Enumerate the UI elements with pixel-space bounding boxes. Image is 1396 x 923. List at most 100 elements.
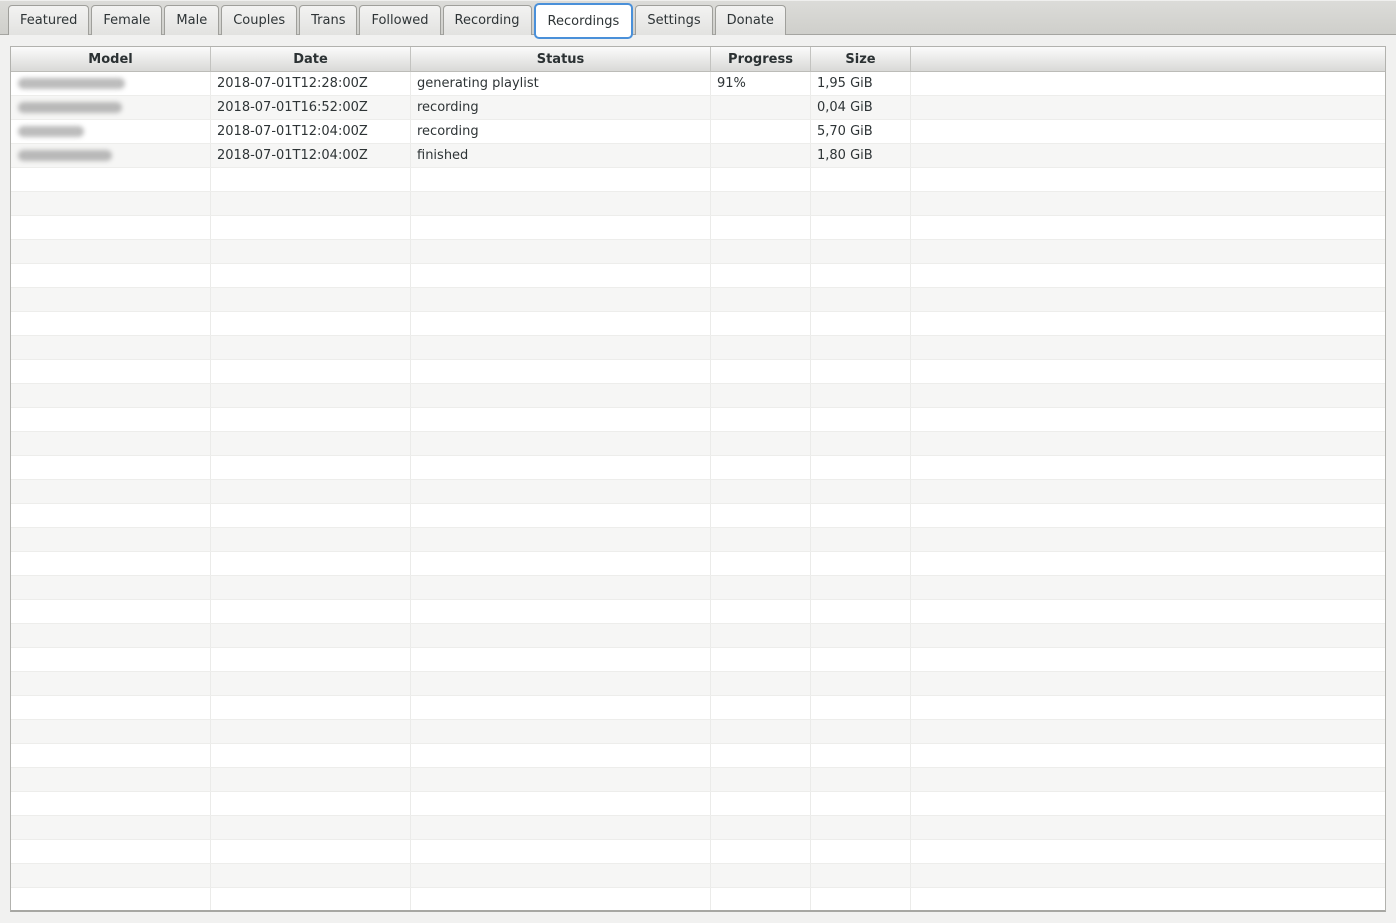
tab-couples[interactable]: Couples xyxy=(221,5,298,35)
model-cell xyxy=(11,432,211,455)
empty-row[interactable] xyxy=(11,600,1385,624)
empty-row[interactable] xyxy=(11,864,1385,888)
progress-cell xyxy=(711,288,811,311)
empty-row[interactable] xyxy=(11,840,1385,864)
progress-cell xyxy=(711,864,811,887)
status-cell xyxy=(411,480,711,503)
status-cell xyxy=(411,816,711,839)
progress-cell xyxy=(711,408,811,431)
date-cell xyxy=(211,216,411,239)
progress-cell xyxy=(711,744,811,767)
empty-row[interactable] xyxy=(11,432,1385,456)
empty-row[interactable] xyxy=(11,480,1385,504)
tab-donate[interactable]: Donate xyxy=(714,5,786,35)
status-cell xyxy=(411,168,711,191)
date-cell xyxy=(211,792,411,815)
empty-row[interactable] xyxy=(11,456,1385,480)
size-cell xyxy=(811,264,911,287)
recording-row[interactable]: 2018-07-01T12:04:00Z recording 5,70 GiB xyxy=(11,120,1385,144)
table-header: Model Date Status Progress Size xyxy=(11,47,1385,72)
empty-row[interactable] xyxy=(11,552,1385,576)
size-cell: 1,80 GiB xyxy=(811,144,911,167)
size-cell: 1,95 GiB xyxy=(811,72,911,95)
model-cell xyxy=(11,864,211,887)
empty-row[interactable] xyxy=(11,696,1385,720)
empty-row[interactable] xyxy=(11,720,1385,744)
empty-row[interactable] xyxy=(11,384,1385,408)
status-cell xyxy=(411,216,711,239)
extra-cell xyxy=(911,480,1385,503)
empty-row[interactable] xyxy=(11,792,1385,816)
size-cell xyxy=(811,720,911,743)
recording-row[interactable]: 2018-07-01T12:04:00Z finished 1,80 GiB xyxy=(11,144,1385,168)
empty-row[interactable] xyxy=(11,168,1385,192)
progress-cell xyxy=(711,216,811,239)
empty-row[interactable] xyxy=(11,816,1385,840)
empty-row[interactable] xyxy=(11,312,1385,336)
empty-row[interactable] xyxy=(11,336,1385,360)
empty-row[interactable] xyxy=(11,624,1385,648)
recording-row[interactable]: 2018-07-01T16:52:00Z recording 0,04 GiB xyxy=(11,96,1385,120)
empty-row[interactable] xyxy=(11,528,1385,552)
extra-cell xyxy=(911,408,1385,431)
header-cell-status[interactable]: Status xyxy=(411,47,711,71)
model-cell xyxy=(11,552,211,575)
tab-label: Couples xyxy=(233,13,286,28)
progress-cell xyxy=(711,768,811,791)
empty-row[interactable] xyxy=(11,888,1385,910)
model-cell xyxy=(11,672,211,695)
redacted-model-name xyxy=(18,126,84,137)
date-cell xyxy=(211,864,411,887)
tab-male[interactable]: Male xyxy=(164,5,220,35)
date-cell xyxy=(211,264,411,287)
extra-cell xyxy=(911,888,1385,910)
empty-row[interactable] xyxy=(11,576,1385,600)
empty-row[interactable] xyxy=(11,360,1385,384)
progress-cell xyxy=(711,120,811,143)
status-cell xyxy=(411,600,711,623)
tab-recording[interactable]: Recording xyxy=(442,5,532,35)
tab-trans[interactable]: Trans xyxy=(299,5,358,35)
model-cell xyxy=(11,168,211,191)
tab-featured[interactable]: Featured xyxy=(8,5,90,35)
recording-row[interactable]: 2018-07-01T12:28:00Z generating playlist 9… xyxy=(11,72,1385,96)
empty-row[interactable] xyxy=(11,288,1385,312)
tab-female[interactable]: Female xyxy=(91,5,163,35)
model-cell xyxy=(11,696,211,719)
status-cell: finished xyxy=(411,144,711,167)
header-cell-date[interactable]: Date xyxy=(211,47,411,71)
header-cell-model[interactable]: Model xyxy=(11,47,211,71)
extra-cell xyxy=(911,456,1385,479)
date-cell xyxy=(211,336,411,359)
empty-row[interactable] xyxy=(11,504,1385,528)
tab-label: Trans xyxy=(311,13,346,28)
progress-cell xyxy=(711,816,811,839)
size-cell xyxy=(811,384,911,407)
empty-row[interactable] xyxy=(11,240,1385,264)
status-cell xyxy=(411,288,711,311)
empty-row[interactable] xyxy=(11,744,1385,768)
empty-row[interactable] xyxy=(11,648,1385,672)
empty-row[interactable] xyxy=(11,672,1385,696)
empty-row[interactable] xyxy=(11,264,1385,288)
header-cell-size[interactable]: Size xyxy=(811,47,911,71)
progress-cell xyxy=(711,528,811,551)
progress-cell xyxy=(711,720,811,743)
extra-cell xyxy=(911,312,1385,335)
header-cell-progress[interactable]: Progress xyxy=(711,47,811,71)
status-cell xyxy=(411,240,711,263)
date-cell xyxy=(211,840,411,863)
size-cell xyxy=(811,792,911,815)
empty-row[interactable] xyxy=(11,408,1385,432)
progress-cell xyxy=(711,240,811,263)
empty-row[interactable] xyxy=(11,768,1385,792)
size-cell xyxy=(811,360,911,383)
empty-row[interactable] xyxy=(11,192,1385,216)
empty-row[interactable] xyxy=(11,216,1385,240)
progress-cell xyxy=(711,624,811,647)
model-cell xyxy=(11,744,211,767)
tab-settings[interactable]: Settings xyxy=(635,5,713,35)
extra-cell xyxy=(911,144,1385,167)
tab-followed[interactable]: Followed xyxy=(359,5,441,35)
tab-recordings[interactable]: Recordings xyxy=(533,3,634,39)
